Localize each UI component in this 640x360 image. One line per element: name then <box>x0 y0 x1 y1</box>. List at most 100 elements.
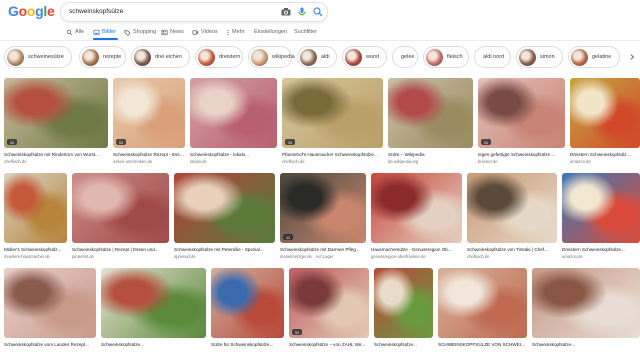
image-result[interactable]: Dreistern Schweinskopfsülz... amazon.de <box>570 78 640 170</box>
chip-wurst[interactable]: wurst <box>342 46 387 68</box>
tab-suchfilter[interactable]: Suchfilter <box>294 27 317 37</box>
result-thumbnail[interactable] <box>4 268 96 338</box>
result-source[interactable]: de.wikipedia.org <box>388 159 473 164</box>
result-title[interactable]: Schweinskopfsülze Rezept - Essen und... <box>113 152 185 157</box>
result-source[interactable]: brucker.de <box>478 159 565 164</box>
result-thumbnail[interactable] <box>113 78 185 148</box>
search-box[interactable] <box>60 2 328 22</box>
result-title[interactable]: Sülze für Schweinskopfsülze... <box>211 342 284 347</box>
result-thumbnail[interactable] <box>371 173 462 243</box>
chip-drei-eichen[interactable]: drei eichen <box>131 46 190 68</box>
image-result[interactable]: 11 Schweinskopfsülze mit Rindertorn von W… <box>4 78 108 170</box>
result-thumbnail[interactable] <box>570 78 640 148</box>
result-thumbnail[interactable] <box>478 78 565 148</box>
result-source[interactable]: essen-und-trinken.de <box>113 159 185 164</box>
image-result[interactable]: SCHWEINSKOPFSÜLZE VON SCHWEINE... <box>438 268 527 360</box>
image-result[interactable]: 11 eigen gefertigte Schweinskopfsülze ...… <box>478 78 565 170</box>
image-result[interactable]: Schweinskopfsülze mit Petersilie - Spezi… <box>174 173 275 265</box>
result-thumbnail[interactable] <box>388 78 473 148</box>
image-result[interactable]: Hausmachersülze - Genussregion Ob... genu… <box>371 173 462 265</box>
result-thumbnail[interactable] <box>374 268 433 338</box>
result-title[interactable]: Schweinskopfsülze mit Darmen Pfleg... <box>280 247 366 252</box>
result-thumbnail[interactable] <box>289 268 369 338</box>
result-thumbnail[interactable] <box>211 268 284 338</box>
tab-videos[interactable]: Videos <box>192 27 218 37</box>
result-source[interactable]: moselmetzger.de · Auf Lager <box>280 254 366 259</box>
result-source[interactable]: chefkoch.de <box>282 159 383 164</box>
camera-icon[interactable] <box>280 6 292 18</box>
result-source[interactable]: muellers-hausmacher.de <box>4 254 67 259</box>
result-source[interactable]: spreewd.de <box>174 254 275 259</box>
result-title[interactable]: Hausmachersülze - Genussregion Ob... <box>371 247 462 252</box>
image-result[interactable]: Schweinskopfsülze | Rezept | Essen und..… <box>72 173 169 265</box>
result-title[interactable]: Schweinskopfsülze mit Petersilie - Spezi… <box>174 247 275 252</box>
result-title[interactable]: Schweinskopfsülze | Rezept | Essen und..… <box>72 247 169 252</box>
image-result[interactable]: Schweinskopfsülze vom Landes Rezept... <box>4 268 96 360</box>
result-thumbnail[interactable] <box>562 173 640 243</box>
result-thumbnail[interactable] <box>4 173 67 243</box>
result-source[interactable]: chefkoch.de <box>4 159 108 164</box>
result-title[interactable]: Schweinskopfsülze mit Rindertorn von Wur… <box>4 152 108 157</box>
result-source[interactable]: lokalo.de <box>190 159 277 164</box>
result-thumbnail[interactable] <box>72 173 169 243</box>
result-title[interactable]: eigen gefertigte Schweinskopfsülze ... <box>478 152 565 157</box>
result-title[interactable]: Schweinskopfsülze... <box>101 342 206 347</box>
chip-fleisch[interactable]: fleisch <box>423 46 469 68</box>
result-title[interactable]: Schweinskopfsülze - lokalo... <box>190 152 277 157</box>
result-title[interactable]: Schweinskopfsülze – von ZAHL Wir... <box>289 342 369 347</box>
result-thumbnail[interactable] <box>467 173 557 243</box>
image-result[interactable]: Sülze – Wikipedia de.wikipedia.org <box>388 78 473 170</box>
chip-aldi[interactable]: aldi <box>297 46 337 68</box>
image-result[interactable]: Sülze für Schweinskopfsülze... <box>211 268 284 360</box>
search-icon[interactable] <box>312 6 324 18</box>
image-result[interactable]: Müller's Schweinskopfsülz... muellers-hau… <box>4 173 67 265</box>
image-result[interactable]: Schweinskopfsülze - lokalo... lokalo.de <box>190 78 277 170</box>
chips-scroll-right-button[interactable] <box>624 46 640 68</box>
result-title[interactable]: Schweinskopfsülze von Timtaki | Chef... <box>467 247 557 252</box>
result-thumbnail[interactable] <box>4 78 108 148</box>
image-result[interactable]: Schweinskopfsülze... <box>532 268 640 360</box>
result-source[interactable]: amazon.de <box>562 254 640 259</box>
result-title[interactable]: Sülze – Wikipedia <box>388 152 473 157</box>
chip-rezepte[interactable]: rezepte <box>79 46 126 68</box>
chip-gelatine[interactable]: gelatine <box>568 46 620 68</box>
result-title[interactable]: Schweinskopfsülze... <box>532 342 640 347</box>
tab-news[interactable]: News <box>161 27 184 37</box>
tab-einstellungen[interactable]: Einstellungen <box>254 27 287 37</box>
image-result[interactable]: Schweinskopfsülze... <box>101 268 206 360</box>
result-title[interactable]: Dreistern Schweinskopfsülze... <box>562 247 640 252</box>
result-thumbnail[interactable] <box>190 78 277 148</box>
result-title[interactable]: Schweinskopfsülze vom Landes Rezept... <box>4 342 96 347</box>
result-thumbnail[interactable] <box>101 268 206 338</box>
chip-gelee[interactable]: gelee <box>392 46 418 68</box>
tab-alle[interactable]: Alle <box>66 27 84 37</box>
image-result[interactable]: Schweinskopfsülze von Timtaki | Chef... c… <box>467 173 557 265</box>
tab-mehr[interactable]: Mehr <box>226 27 245 37</box>
image-result[interactable]: Schweinskopfsülze... <box>374 268 433 360</box>
image-result[interactable]: Dreistern Schweinskopfsülze... amazon.de <box>562 173 640 265</box>
result-title[interactable]: Pfannehof's Hausmacher Schweinskopfsülze… <box>282 152 383 157</box>
chip-dreistern[interactable]: dreistern <box>195 46 243 68</box>
search-input[interactable] <box>69 4 269 19</box>
image-result[interactable]: 11 Pfannehof's Hausmacher Schweinskopfsül… <box>282 78 383 170</box>
tab-shopping[interactable]: Shopping <box>124 27 156 37</box>
chip-schweinesülze[interactable]: schweinesülze <box>4 46 72 68</box>
tab-bilder[interactable]: Bilder <box>93 27 116 37</box>
chip-wikipedia[interactable]: wikipedia <box>248 46 295 68</box>
mic-icon[interactable] <box>296 6 308 18</box>
image-result[interactable]: 11 Schweinskopfsülze Rezept - Essen und..… <box>113 78 185 170</box>
result-thumbnail[interactable] <box>532 268 640 338</box>
result-title[interactable]: Müller's Schweinskopfsülz... <box>4 247 67 252</box>
result-source[interactable]: pinterest.de <box>72 254 169 259</box>
result-title[interactable]: SCHWEINSKOPFSÜLZE VON SCHWEINE... <box>438 342 527 347</box>
result-title[interactable]: Dreistern Schweinskopfsülz... <box>570 152 640 157</box>
image-result[interactable]: 11 Schweinskopfsülze mit Darmen Pfleg... m… <box>280 173 366 265</box>
result-source[interactable]: amazon.de <box>570 159 640 164</box>
google-logo[interactable]: Google <box>8 3 55 19</box>
chip-aldi-nord[interactable]: aldi nord <box>474 46 511 68</box>
result-title[interactable]: Schweinskopfsülze... <box>374 342 433 347</box>
chip-simon[interactable]: simon <box>516 46 563 68</box>
result-thumbnail[interactable] <box>438 268 527 338</box>
result-source[interactable]: chefkoch.de <box>467 254 557 259</box>
result-thumbnail[interactable] <box>280 173 366 243</box>
